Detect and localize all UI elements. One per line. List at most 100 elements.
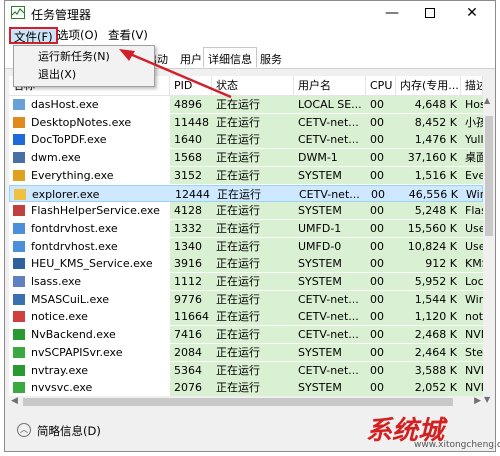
cell-desc: Loc: [461, 273, 483, 290]
process-name: DocToPDF.exe: [31, 133, 107, 147]
cell-cpu: 00: [366, 326, 396, 344]
menu-options[interactable]: 选项(O): [54, 27, 101, 44]
cell-desc: NVI: [461, 326, 483, 344]
cell-user: CETV-net...: [294, 326, 366, 344]
cell-pid: 1332: [170, 219, 212, 237]
cell-user: CETV-net...: [294, 290, 366, 308]
run-new-task-item[interactable]: 运行新任务(N): [38, 48, 110, 65]
cell-desc: Win: [466, 187, 483, 201]
process-name: explorer.exe: [32, 187, 100, 201]
cell-mem: 1,476 K: [396, 131, 461, 149]
table-row[interactable]: nvvsvc.exe 2076 正在运行 SYSTEM 00 2,052 K NVI: [9, 379, 483, 397]
minimize-button[interactable]: —: [375, 1, 409, 25]
process-icon: [13, 364, 25, 376]
cell-name: DesktopNotes.exe: [9, 114, 170, 131]
cell-user: CETV-net...: [294, 308, 366, 326]
cell-name: NvBackend.exe: [9, 326, 170, 343]
cell-pid: 1568: [170, 149, 212, 167]
scroll-left-icon[interactable]: ◀: [11, 396, 18, 406]
table-row[interactable]: HEU_KMS_Service.exe 3916 正在运行 SYSTEM 00 912 K…: [9, 255, 483, 273]
cell-desc: Use: [461, 219, 483, 237]
process-name: nvtray.exe: [31, 363, 89, 377]
scroll-thumb[interactable]: [485, 116, 493, 236]
table-row[interactable]: fontdrvhost.exe 1340 正在运行 UMFD-0 00 10,824 KU…: [9, 237, 483, 256]
table-row[interactable]: notice.exe 11664 正在运行 CETV-net... 00 1,120 Kn…: [9, 308, 483, 326]
maximize-icon: [425, 8, 435, 18]
cell-name: explorer.exe: [10, 186, 171, 203]
process-icon: [13, 258, 25, 270]
col-memory[interactable]: 内存(专用...: [396, 76, 461, 96]
cell-desc: noti: [461, 308, 483, 326]
cell-user: DWM-1: [294, 149, 366, 167]
process-icon: [13, 169, 25, 181]
table-row[interactable]: DesktopNotes.exe 11448 正在运行 CETV-net... 00 8,…: [9, 113, 483, 132]
maximize-button[interactable]: [413, 1, 447, 25]
table-row[interactable]: FlashHelperService.exe 4128 正在运行 SYSTEM 00 5,…: [9, 202, 483, 220]
cell-pid: 4128: [170, 202, 212, 220]
col-user[interactable]: 用户名: [294, 76, 366, 96]
cell-mem: 1,120 K: [396, 308, 461, 326]
cell-mem: 46,556 K: [408, 187, 458, 201]
col-desc[interactable]: 描述: [461, 76, 483, 96]
fewer-details-link[interactable]: 简略信息(D): [37, 423, 101, 439]
menu-file[interactable]: 文件(F): [9, 27, 58, 44]
cell-desc: NVI: [461, 379, 483, 397]
table-row[interactable]: nvtray.exe 5364 正在运行 CETV-net... 00 3,588 K NV…: [9, 361, 483, 380]
table-row[interactable]: MSASCuiL.exe 9776 正在运行 CETV-net... 00 1,544 K…: [9, 290, 483, 309]
exit-item[interactable]: 退出(X): [38, 66, 76, 83]
process-name: lsass.exe: [31, 275, 81, 288]
table-row[interactable]: explorer.exe 12444 正在运行 CETV-net... 00 46,556…: [9, 184, 483, 203]
cell-name: nvtray.exe: [9, 362, 170, 379]
scroll-right-icon[interactable]: ▶: [474, 396, 481, 406]
table-row[interactable]: DocToPDF.exe 1640 正在运行 CETV-net... 00 1,476 K…: [9, 131, 483, 149]
chevron-up-icon[interactable]: ︿: [17, 423, 31, 437]
cell-user: CETV-net...: [299, 187, 360, 201]
table-row[interactable]: nvSCPAPISvr.exe 2084 正在运行 SYSTEM 00 2,464 K St…: [9, 343, 483, 362]
annotation-arrow-icon: [119, 49, 232, 99]
cell-status: 正在运行: [212, 326, 294, 344]
cell-mem: 2,468 K: [396, 326, 461, 344]
process-name: MSASCuiL.exe: [31, 292, 110, 306]
cell-pid: 7416: [170, 326, 212, 344]
process-icon: [13, 116, 25, 128]
cell-cpu: 00: [366, 308, 396, 326]
cell-desc: Flas: [461, 202, 483, 220]
cell-name: Everything.exe: [9, 167, 170, 184]
table-row[interactable]: dasHost.exe 4896 正在运行 LOCAL SE... 00 4,648 KH…: [9, 96, 483, 114]
cell-cpu: 00: [371, 187, 385, 201]
cell-user: SYSTEM: [294, 202, 366, 220]
process-icon: [13, 293, 25, 305]
cell-user: SYSTEM: [294, 273, 366, 290]
table-row[interactable]: Everything.exe 3152 正在运行 SYSTEM 00 1,516 K Eve: [9, 166, 483, 185]
watermark-logo: 系统城 www.xitongcheng.com: [344, 406, 500, 452]
scroll-down-icon[interactable]: ▼: [484, 395, 490, 404]
table-row[interactable]: dwm.exe 1568 正在运行 DWM-1 00 37,160 K 桌面: [9, 149, 483, 167]
process-name: dwm.exe: [31, 151, 81, 165]
cell-cpu: 00: [366, 379, 396, 397]
tab-services[interactable]: 服务: [255, 47, 287, 68]
process-name: dasHost.exe: [31, 98, 99, 111]
cell-desc: Eve: [461, 166, 483, 184]
scroll-up-icon[interactable]: ▲: [484, 96, 490, 105]
cell-pid: 5364: [170, 361, 212, 379]
cell-cpu: 00: [366, 131, 396, 149]
vertical-scrollbar[interactable]: ▲ ▼: [483, 76, 495, 406]
cell-cpu: 00: [366, 361, 396, 379]
cell-user: SYSTEM: [294, 379, 366, 397]
menu-bar: 文件(F) 选项(O) 查看(V): [5, 25, 495, 45]
table-row[interactable]: fontdrvhost.exe 1332 正在运行 UMFD-1 00 15,560 KU…: [9, 219, 483, 238]
cell-status: 正在运行: [212, 113, 294, 131]
cell-desc: NVI: [461, 361, 483, 379]
table-row[interactable]: NvBackend.exe 7416 正在运行 CETV-net... 00 2,468 …: [9, 326, 483, 344]
close-button[interactable]: ✕: [455, 1, 489, 25]
process-icon: [13, 346, 25, 358]
hscroll-thumb[interactable]: [23, 398, 453, 406]
table-row[interactable]: lsass.exe 1112 正在运行 SYSTEM 00 5,952 K Loc: [9, 273, 483, 291]
cell-user: CETV-net...: [294, 113, 366, 131]
col-cpu[interactable]: CPU: [366, 76, 396, 96]
cell-user: SYSTEM: [294, 343, 366, 361]
cell-name: nvvsvc.exe: [9, 379, 170, 396]
cell-pid: 3152: [170, 166, 212, 184]
cell-status: 正在运行: [212, 273, 294, 290]
cell-desc: 桌面: [461, 149, 483, 167]
